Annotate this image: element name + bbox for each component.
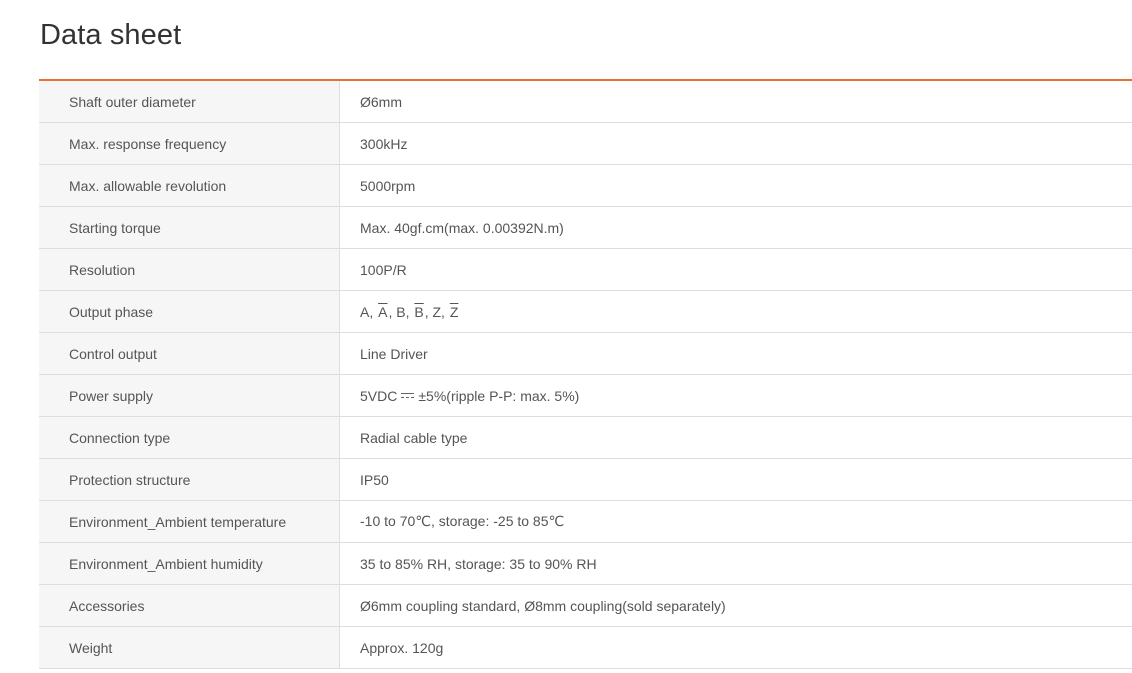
table-row: Protection structure IP50 — [39, 459, 1132, 501]
row-label: Connection type — [39, 417, 340, 458]
table-row: Environment_Ambient humidity 35 to 85% R… — [39, 543, 1132, 585]
data-sheet-table: Shaft outer diameter Ø6mm Max. response … — [39, 79, 1132, 669]
row-label: Accessories — [39, 585, 340, 626]
table-row: Max. allowable revolution 5000rpm — [39, 165, 1132, 207]
table-row: Environment_Ambient temperature -10 to 7… — [39, 501, 1132, 543]
row-label: Power supply — [39, 375, 340, 416]
row-label: Output phase — [39, 291, 340, 332]
table-row: Weight Approx. 120g — [39, 627, 1132, 669]
row-label: Environment_Ambient temperature — [39, 501, 340, 542]
dc-voltage-icon — [401, 392, 415, 399]
row-value: Ø6mm coupling standard, Ø8mm coupling(so… — [360, 597, 726, 614]
voltage-text: 5VDC — [360, 387, 398, 404]
row-label: Starting torque — [39, 207, 340, 248]
row-value: 100P/R — [360, 261, 407, 278]
row-value: -10 to 70℃, storage: -25 to 85℃ — [360, 513, 565, 529]
table-row: Max. response frequency 300kHz — [39, 123, 1132, 165]
phase-inverted-a: A — [378, 303, 388, 320]
row-value: 5000rpm — [360, 177, 416, 194]
row-value: Approx. 120g — [360, 639, 444, 656]
phase-text: , B, — [388, 303, 414, 320]
row-value: Max. 40gf.cm(max. 0.00392N.m) — [360, 219, 564, 236]
row-value: Radial cable type — [360, 429, 468, 446]
phase-inverted-b: B — [414, 303, 424, 320]
tolerance-text: ±5%(ripple P-P: max. 5%) — [418, 387, 580, 404]
row-label: Control output — [39, 333, 340, 374]
row-value: Line Driver — [360, 345, 428, 362]
row-label: Max. allowable revolution — [39, 165, 340, 206]
table-row: Starting torque Max. 40gf.cm(max. 0.0039… — [39, 207, 1132, 249]
phase-text: , Z, — [424, 303, 449, 320]
phase-text: A, — [360, 303, 378, 320]
row-value: IP50 — [360, 471, 389, 488]
row-value: 300kHz — [360, 135, 408, 152]
row-label: Weight — [39, 627, 340, 668]
row-value-power-supply: 5VDC ±5%(ripple P-P: max. 5%) — [340, 375, 1132, 416]
row-label: Environment_Ambient humidity — [39, 543, 340, 584]
row-value: Ø6mm — [360, 93, 402, 110]
row-label: Resolution — [39, 249, 340, 290]
table-row: Control output Line Driver — [39, 333, 1132, 375]
table-row: Connection type Radial cable type — [39, 417, 1132, 459]
table-row: Output phase A, A , B, B , Z, Z — [39, 291, 1132, 333]
row-label: Protection structure — [39, 459, 340, 500]
table-row: Accessories Ø6mm coupling standard, Ø8mm… — [39, 585, 1132, 627]
table-row: Shaft outer diameter Ø6mm — [39, 81, 1132, 123]
row-value-output-phase: A, A , B, B , Z, Z — [340, 291, 1132, 332]
page-title: Data sheet — [40, 19, 182, 51]
table-row: Power supply 5VDC ±5%(ripple P-P: max. 5… — [39, 375, 1132, 417]
row-value: 35 to 85% RH, storage: 35 to 90% RH — [360, 555, 597, 572]
row-label: Max. response frequency — [39, 123, 340, 164]
row-label: Shaft outer diameter — [39, 81, 340, 122]
phase-inverted-z: Z — [449, 303, 459, 320]
table-row: Resolution 100P/R — [39, 249, 1132, 291]
